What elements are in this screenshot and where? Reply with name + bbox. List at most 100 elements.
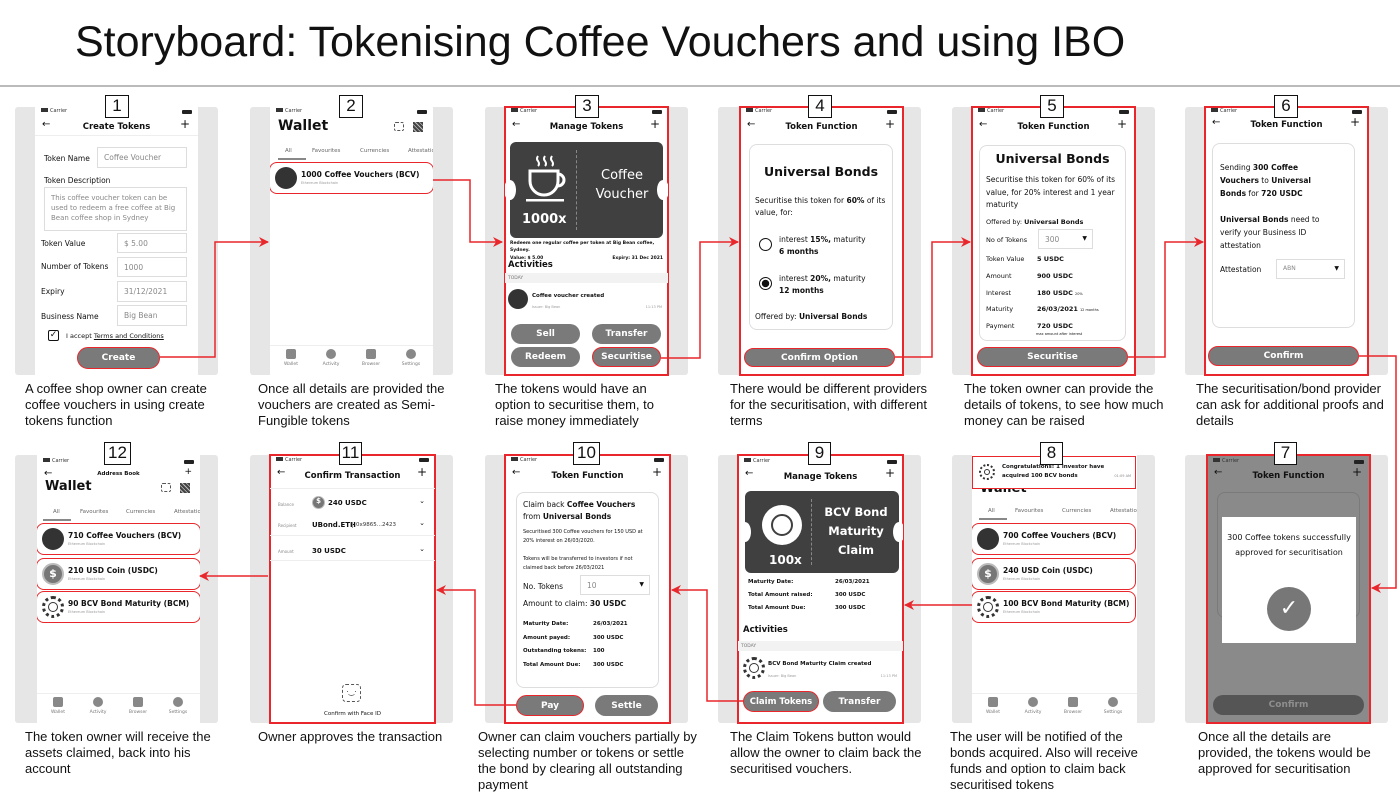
wallet-title: Wallet — [278, 118, 329, 134]
no-tokens-select[interactable]: 10 — [580, 575, 650, 595]
list-item[interactable]: 710 Coffee Vouchers (BCV) Ethereum Blockc… — [37, 523, 200, 555]
nav-browser[interactable]: Browser — [118, 697, 158, 715]
confirm-button[interactable]: Confirm — [1213, 695, 1364, 715]
qr-code-icon[interactable] — [413, 122, 423, 132]
plus-icon[interactable]: + — [180, 117, 190, 131]
list-item[interactable]: 100 BCV Bond Maturity (BCM) Ethereum Bloc… — [972, 591, 1136, 623]
chevron-down-icon[interactable]: ⌄ — [419, 545, 425, 553]
radio-icon[interactable] — [759, 277, 772, 290]
terms-link[interactable]: Terms and Conditions — [94, 332, 164, 340]
detail-value: 100 — [593, 648, 605, 654]
plus-icon[interactable]: + — [1352, 465, 1362, 479]
activity-title[interactable]: Coffee voucher created — [532, 293, 604, 299]
back-arrow-icon[interactable]: ← — [44, 468, 52, 479]
transfer-button[interactable]: Transfer — [823, 691, 896, 712]
nav-wallet[interactable]: Wallet — [973, 697, 1013, 715]
nav-settings[interactable]: Settings — [1093, 697, 1133, 715]
nav-activity[interactable]: Activity — [78, 697, 118, 715]
plus-icon[interactable]: + — [184, 467, 192, 477]
tab-attestations[interactable]: Attestatio — [1110, 508, 1137, 514]
plus-icon[interactable]: + — [885, 117, 895, 131]
back-arrow-icon[interactable]: ← — [512, 467, 520, 478]
detail-value: 300 USDC — [593, 635, 624, 641]
back-arrow-icon[interactable]: ← — [42, 119, 50, 130]
sell-button[interactable]: Sell — [511, 324, 580, 344]
back-arrow-icon[interactable]: ← — [1212, 117, 1220, 128]
screen-wallet-final: Carrier ← Address Book + Wallet All Favo… — [37, 455, 200, 723]
back-arrow-icon[interactable]: ← — [1214, 467, 1222, 478]
qr-code-icon[interactable] — [180, 483, 190, 493]
no-of-tokens-select[interactable]: 300 — [1038, 229, 1093, 249]
business-name-input[interactable]: Big Bean — [117, 305, 187, 326]
plus-icon[interactable]: + — [652, 465, 662, 479]
list-item[interactable]: $210 USD Coin (USDC) Ethereum Blockchain — [37, 558, 200, 590]
tab-favourites[interactable]: Favourites — [80, 509, 108, 515]
nav-wallet[interactable]: Wallet — [271, 349, 311, 367]
securitise-button[interactable]: Securitise — [592, 347, 661, 367]
nav-activity[interactable]: Activity — [311, 349, 351, 367]
nav-browser[interactable]: Browser — [1053, 697, 1093, 715]
number-of-tokens-input[interactable]: 1000 — [117, 257, 187, 277]
securitise-button[interactable]: Securitise — [977, 347, 1128, 367]
confirm-button[interactable]: Confirm — [1208, 346, 1359, 366]
amount-label: Amount — [278, 549, 294, 554]
screen-manage-tokens: Carrier ← Manage Tokens + 1000x Coffee V… — [504, 106, 669, 376]
chevron-down-icon[interactable]: ⌄ — [419, 497, 425, 505]
nav-wallet[interactable]: Wallet — [38, 697, 78, 715]
plus-icon[interactable]: + — [885, 466, 895, 480]
tab-all[interactable]: All — [988, 508, 995, 514]
expiry-input[interactable]: 31/12/2021 — [117, 281, 187, 302]
qr-scan-icon[interactable] — [161, 483, 171, 492]
tab-attestations[interactable]: Attestatio — [408, 148, 433, 154]
tab-currencies[interactable]: Currencies — [360, 148, 389, 154]
create-button[interactable]: Create — [77, 347, 160, 369]
chevron-down-icon[interactable]: ⌄ — [419, 519, 425, 527]
nav-browser[interactable]: Browser — [351, 349, 391, 367]
plus-icon[interactable]: + — [650, 117, 660, 131]
tab-currencies[interactable]: Currencies — [126, 509, 155, 515]
confirm-face-id-label[interactable]: Confirm with Face ID — [270, 711, 435, 717]
tab-all[interactable]: All — [285, 148, 292, 154]
list-item[interactable]: 90 BCV Bond Maturity (BCM) Ethereum Block… — [37, 591, 200, 623]
tab-favourites[interactable]: Favourites — [1015, 508, 1043, 514]
redeem-button[interactable]: Redeem — [511, 347, 580, 367]
back-arrow-icon[interactable]: ← — [277, 467, 285, 478]
claim-tokens-button[interactable]: Claim Tokens — [743, 691, 819, 712]
detail-label: Amount — [986, 272, 1012, 280]
option-15-percent[interactable]: interest 15%, maturity 6 months — [779, 234, 866, 258]
token-description-input[interactable]: This coffee voucher token can be used to… — [44, 187, 187, 231]
qr-scan-icon[interactable] — [394, 122, 404, 131]
attestation-select[interactable]: ABN — [1276, 259, 1345, 279]
plus-icon[interactable]: + — [1117, 117, 1127, 131]
caption: Owner can claim vouchers partially by se… — [478, 729, 697, 792]
tab-favourites[interactable]: Favourites — [312, 148, 340, 154]
confirm-option-button[interactable]: Confirm Option — [744, 348, 895, 367]
back-arrow-icon[interactable]: ← — [745, 468, 753, 479]
list-item[interactable]: 700 Coffee Vouchers (BCV) Ethereum Blockc… — [972, 523, 1136, 555]
tab-attestations[interactable]: Attestatio — [174, 509, 200, 515]
transfer-button[interactable]: Transfer — [592, 324, 661, 344]
back-arrow-icon[interactable]: ← — [512, 119, 520, 130]
token-value-input[interactable]: $ 5.00 — [117, 233, 187, 253]
nav-settings[interactable]: Settings — [158, 697, 198, 715]
pay-button[interactable]: Pay — [516, 695, 584, 716]
option-20-percent[interactable]: interest 20%, maturity 12 months — [779, 273, 866, 297]
tab-currencies[interactable]: Currencies — [1062, 508, 1091, 514]
radio-icon[interactable] — [759, 238, 772, 251]
activity-title[interactable]: BCV Bond Maturity Claim created — [768, 661, 871, 667]
token-name-input[interactable]: Coffee Voucher — [97, 147, 187, 168]
back-arrow-icon[interactable]: ← — [979, 119, 987, 130]
tab-all[interactable]: All — [53, 509, 60, 515]
nav-activity[interactable]: Activity — [1013, 697, 1053, 715]
list-item[interactable]: $240 USD Coin (USDC) Ethereum Blockchain — [972, 558, 1136, 590]
nav-settings[interactable]: Settings — [391, 349, 431, 367]
list-item[interactable]: 1000 Coffee Vouchers (BCV) Ethereum Bloc… — [270, 162, 433, 194]
plus-icon[interactable]: + — [1350, 115, 1360, 129]
face-id-icon[interactable]: ·‿· — [342, 684, 361, 702]
battery-icon — [654, 458, 664, 462]
plus-icon[interactable]: + — [417, 465, 427, 479]
back-arrow-icon[interactable]: ← — [747, 119, 755, 130]
settle-button[interactable]: Settle — [595, 695, 658, 716]
bond-seal-icon — [979, 464, 995, 480]
checkbox-icon[interactable]: ✓ — [48, 330, 59, 341]
